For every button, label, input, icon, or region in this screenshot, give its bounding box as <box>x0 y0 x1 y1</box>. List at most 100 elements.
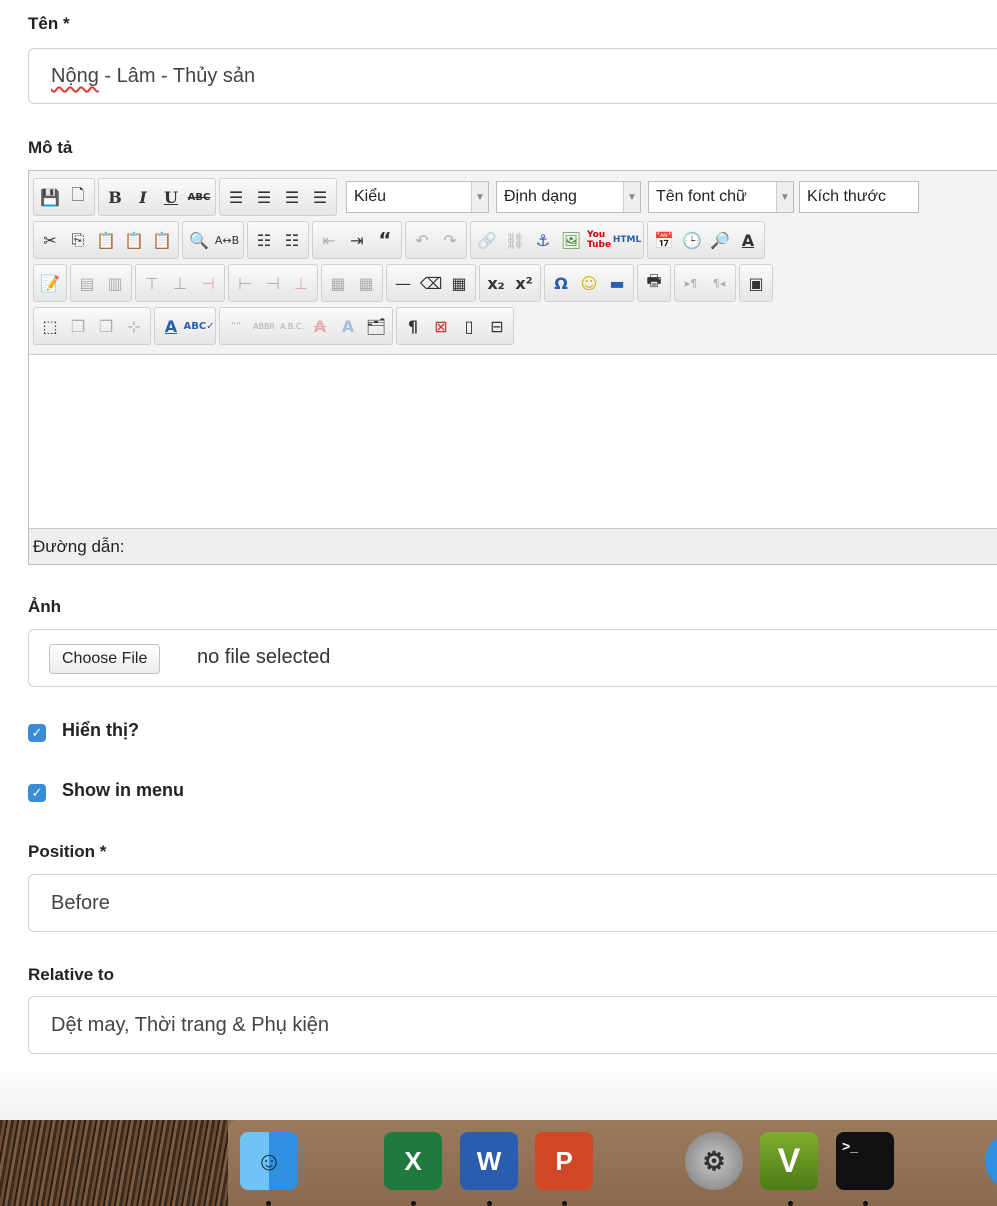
superscript-icon[interactable]: x² <box>510 268 538 298</box>
name-value-misspelled: Nộng <box>51 65 99 87</box>
calendar-icon[interactable]: 📅 <box>650 225 678 255</box>
finder-icon[interactable]: ☺ <box>240 1132 298 1190</box>
copy-icon[interactable]: ⎘ <box>64 225 92 255</box>
html-icon[interactable]: HTML <box>613 225 641 255</box>
insert-text-icon[interactable]: A <box>334 311 362 341</box>
replace-icon[interactable]: A↔B <box>213 225 241 255</box>
unlink-icon[interactable]: ⛓ <box>501 225 529 255</box>
link-icon[interactable]: 🔗 <box>473 225 501 255</box>
styles-icon[interactable]: A <box>157 311 185 341</box>
print-icon[interactable]: 🖶 <box>640 268 668 298</box>
insert-col-after-icon[interactable]: ⊣ <box>259 268 287 298</box>
image-icon[interactable]: 🖼 <box>557 225 585 255</box>
numbered-list-icon[interactable]: ☷ <box>278 225 306 255</box>
fullscreen-icon[interactable]: ▣ <box>742 268 770 298</box>
editor-content-area[interactable] <box>29 355 997 529</box>
name-label: Tên * <box>28 14 70 33</box>
table-icon[interactable]: ▦ <box>445 268 473 298</box>
name-input[interactable]: Nộng - Lâm - Thủy sản <box>28 48 997 104</box>
page-break-icon[interactable]: ▬ <box>603 268 631 298</box>
insert-row-after-icon[interactable]: ⊥ <box>166 268 194 298</box>
size-combo[interactable]: Kích thước <box>799 181 919 213</box>
save-icon[interactable]: 💾 <box>36 182 64 212</box>
insert-row-before-icon[interactable]: ⊤ <box>138 268 166 298</box>
italic-icon[interactable]: I <box>129 182 157 212</box>
size-combo-label: Kích thước <box>807 188 887 205</box>
position-value: Before <box>51 892 110 914</box>
align-justify-icon[interactable]: ☰ <box>306 182 334 212</box>
text-color-icon[interactable]: A <box>734 225 762 255</box>
show-in-menu-checkbox[interactable]: ✓ <box>28 784 46 802</box>
smiley-icon[interactable]: ☺ <box>575 268 603 298</box>
merge-cells-icon[interactable]: ▦ <box>324 268 352 298</box>
paste-icon[interactable]: 📋 <box>92 225 120 255</box>
preview-icon[interactable]: 🔎 <box>706 225 734 255</box>
bold-icon[interactable]: B <box>101 182 129 212</box>
find-icon[interactable]: 🔍 <box>185 225 213 255</box>
paste-word-icon[interactable]: 📋 <box>148 225 176 255</box>
eraser-icon[interactable]: ⌫ <box>417 268 445 298</box>
indent-icon[interactable]: ⇥ <box>343 225 371 255</box>
align-left-icon[interactable]: ☰ <box>222 182 250 212</box>
table-row-icon[interactable]: ▤ <box>73 268 101 298</box>
align-center-icon[interactable]: ☰ <box>250 182 278 212</box>
edit-icon[interactable]: 📝 <box>36 268 64 298</box>
layer-backward-icon[interactable]: ❐ <box>92 311 120 341</box>
cite-icon[interactable]: “” <box>222 311 250 341</box>
paste-text-icon[interactable]: 📋 <box>120 225 148 255</box>
excel-icon[interactable]: X <box>384 1132 442 1190</box>
spellcheck-icon[interactable]: ABC✓ <box>183 311 214 341</box>
select-all-icon[interactable]: ⬚ <box>36 311 64 341</box>
show-checkbox[interactable]: ✓ <box>28 724 46 742</box>
terminal-icon[interactable]: >_ <box>836 1132 894 1190</box>
show-in-menu-label: Show in menu <box>62 780 185 800</box>
ltr-icon[interactable]: ▸¶ <box>677 268 705 298</box>
youtube-icon[interactable]: You Tube <box>585 225 613 255</box>
show-blocks-icon[interactable]: ¶ <box>399 311 427 341</box>
outdent-icon[interactable]: ⇤ <box>315 225 343 255</box>
page-break-insert-icon[interactable]: ⊟ <box>483 311 511 341</box>
bulleted-list-icon[interactable]: ☷ <box>250 225 278 255</box>
blockquote-icon[interactable]: “ <box>371 225 399 255</box>
visual-aid-icon[interactable]: ⊠ <box>427 311 455 341</box>
system-preferences-icon[interactable]: ⚙ <box>685 1132 743 1190</box>
subscript-icon[interactable]: x₂ <box>482 268 510 298</box>
image-label: Ảnh <box>28 597 62 616</box>
redo-icon[interactable]: ↷ <box>436 225 464 255</box>
layer-forward-icon[interactable]: ❐ <box>64 311 92 341</box>
new-page-icon[interactable]: 🗋 <box>64 182 92 212</box>
underline-icon[interactable]: U <box>157 182 185 212</box>
delete-text-icon[interactable]: A <box>306 311 334 341</box>
style-combo[interactable]: Kiểu ▼ <box>346 181 489 213</box>
delete-col-icon[interactable]: ⊥ <box>287 268 315 298</box>
word-icon[interactable]: W <box>460 1132 518 1190</box>
split-cells-icon[interactable]: ▦ <box>352 268 380 298</box>
running-indicator <box>863 1201 868 1206</box>
horizontal-rule-icon[interactable]: — <box>389 268 417 298</box>
powerpoint-icon[interactable]: P <box>535 1132 593 1190</box>
description-label: Mô tả <box>28 138 73 157</box>
table-cell-icon[interactable]: ▥ <box>101 268 129 298</box>
clock-icon[interactable]: 🕒 <box>678 225 706 255</box>
choose-file-button[interactable]: Choose File <box>49 644 161 674</box>
relative-to-select[interactable]: Dệt may, Thời trang & Phụ kiện <box>28 996 997 1054</box>
cut-icon[interactable]: ✂ <box>36 225 64 255</box>
anchor-icon[interactable]: ⚓ <box>529 225 557 255</box>
font-combo[interactable]: Tên font chữ ▼ <box>648 181 794 213</box>
position-label: Position * <box>28 842 107 861</box>
template-icon[interactable]: ▯ <box>455 311 483 341</box>
delete-row-icon[interactable]: ⊣ <box>194 268 222 298</box>
strikethrough-icon[interactable]: ABC <box>185 182 213 212</box>
special-char-icon[interactable]: Ω <box>547 268 575 298</box>
undo-icon[interactable]: ↶ <box>408 225 436 255</box>
rtl-icon[interactable]: ¶◂ <box>705 268 733 298</box>
attributes-icon[interactable]: 🗂 <box>362 311 390 341</box>
align-right-icon[interactable]: ☰ <box>278 182 306 212</box>
vim-icon[interactable]: V <box>760 1132 818 1190</box>
abbr-icon[interactable]: ABBR <box>250 311 278 341</box>
format-combo[interactable]: Định dạng ▼ <box>496 181 641 213</box>
position-select[interactable]: Before <box>28 874 997 932</box>
absolute-position-icon[interactable]: ⊹ <box>120 311 148 341</box>
acronym-icon[interactable]: A.B.C. <box>278 311 306 341</box>
insert-col-before-icon[interactable]: ⊢ <box>231 268 259 298</box>
